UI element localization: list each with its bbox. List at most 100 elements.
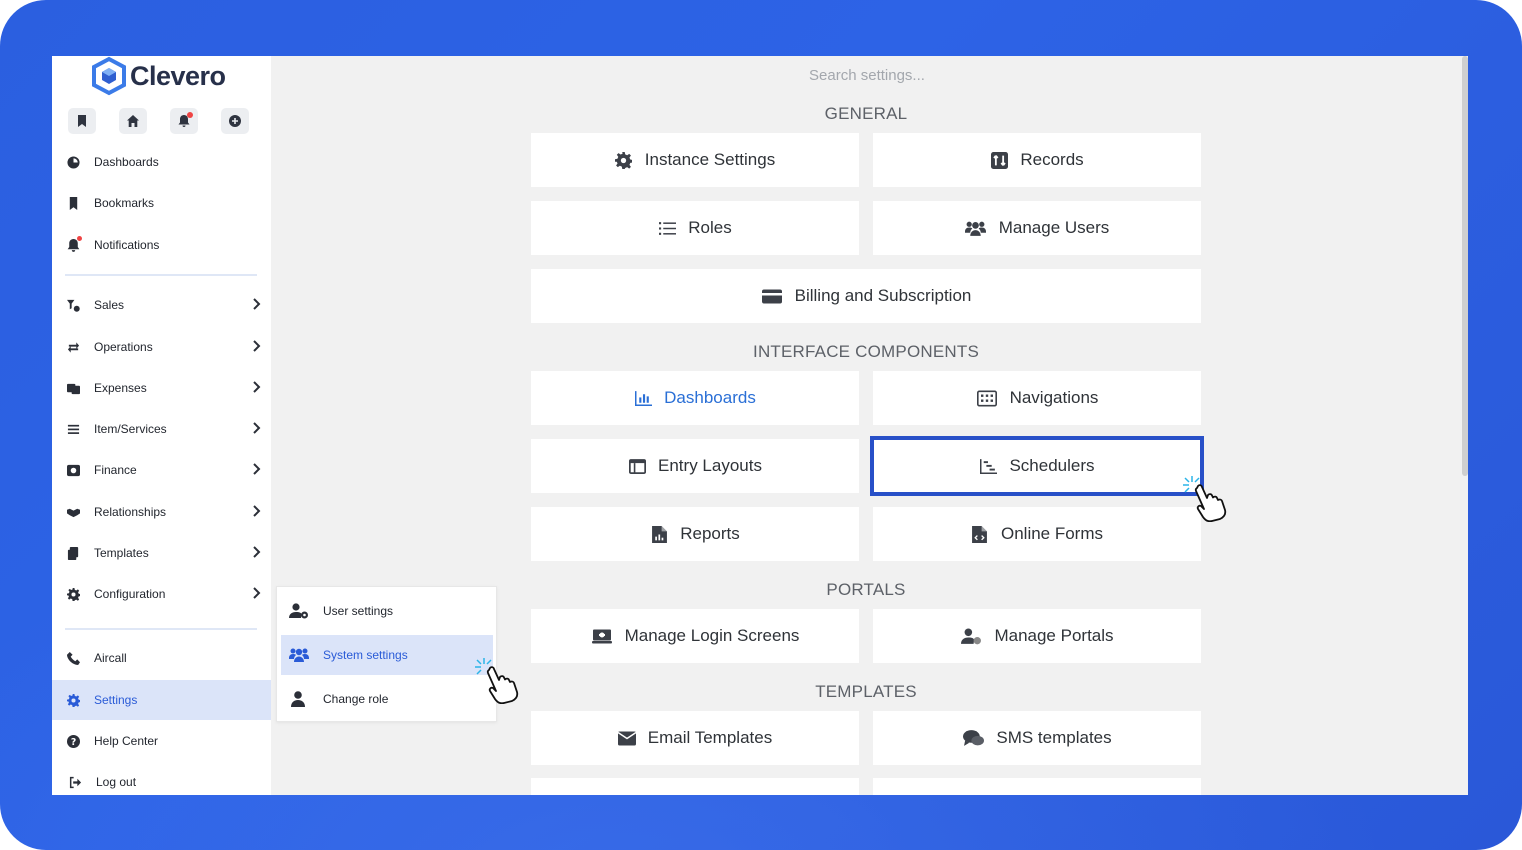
sidebar-item-label: Configuration: [94, 587, 166, 601]
card-manage-users[interactable]: Manage Users: [873, 201, 1201, 255]
sidebar-item-label: Sales: [94, 298, 125, 312]
card-online-forms[interactable]: Online Forms: [873, 507, 1201, 561]
list-icon: [658, 219, 676, 237]
plus-circle-icon: [229, 115, 241, 127]
card-label: Manage Portals: [994, 626, 1114, 645]
card-roles[interactable]: Roles: [531, 201, 859, 255]
envelope-icon: [617, 729, 636, 747]
card-label: Manage Login Screens: [624, 626, 800, 645]
quick-notifications-button[interactable]: [170, 108, 198, 134]
chevron-right-icon: [251, 422, 263, 436]
background-frame: Clevero Dashboards Bookmarks Notificatio…: [0, 0, 1522, 850]
card-label: Records: [1020, 150, 1084, 169]
brand-logo[interactable]: Clevero: [90, 56, 226, 96]
card-label: Instance Settings: [644, 150, 776, 169]
card-dashboards[interactable]: Dashboards: [531, 371, 859, 425]
card-records[interactable]: Records: [873, 133, 1201, 187]
scrollbar[interactable]: [1462, 56, 1468, 476]
menu-item-user-settings[interactable]: User settings: [281, 591, 493, 631]
expenses-icon: [66, 381, 80, 395]
card-label: SMS templates: [996, 728, 1112, 747]
gear-icon: [66, 587, 80, 601]
sidebar-item-log-out[interactable]: Log out: [52, 762, 271, 795]
card-label: Reports: [680, 524, 740, 543]
home-icon: [127, 115, 139, 127]
bookmark-icon: [66, 196, 80, 210]
sidebar-item-dashboards[interactable]: Dashboards: [52, 142, 271, 182]
finance-icon: [66, 463, 80, 477]
sidebar-item-item-services[interactable]: Item/Services: [52, 409, 271, 449]
card-partial[interactable]: [873, 778, 1201, 795]
phone-icon: [66, 651, 80, 665]
card-entry-layouts[interactable]: Entry Layouts: [531, 439, 859, 493]
sidebar-item-finance[interactable]: Finance: [52, 450, 271, 490]
sidebar-item-operations[interactable]: Operations: [52, 327, 271, 367]
menu-item-change-role[interactable]: Change role: [281, 679, 493, 719]
card-manage-portals[interactable]: Manage Portals: [873, 609, 1201, 663]
sidebar-item-templates[interactable]: Templates: [52, 533, 271, 573]
card-label: Entry Layouts: [658, 456, 762, 475]
card-partial[interactable]: [531, 778, 859, 795]
sidebar-item-expenses[interactable]: Expenses: [52, 368, 271, 408]
operations-icon: [66, 340, 80, 354]
sidebar-item-label: Templates: [94, 546, 149, 560]
section-heading-templates: TEMPLATES: [815, 682, 917, 701]
list-icon: [66, 422, 80, 436]
sidebar-item-label: Relationships: [94, 505, 167, 519]
settings-search-input[interactable]: [532, 64, 1202, 86]
sidebar-item-configuration[interactable]: Configuration: [52, 574, 271, 614]
gear-icon: [615, 151, 633, 169]
card-label: Email Templates: [647, 728, 773, 747]
templates-icon: [66, 546, 80, 560]
users-icon: [289, 647, 311, 663]
sales-icon: [66, 298, 80, 312]
gantt-icon: [979, 457, 997, 475]
card-email-templates[interactable]: Email Templates: [531, 711, 859, 765]
card-manage-login-screens[interactable]: Manage Login Screens: [531, 609, 859, 663]
sidebar-item-label: Bookmarks: [94, 196, 155, 210]
sidebar-item-label: Operations: [94, 340, 153, 354]
card-schedulers[interactable]: Schedulers: [870, 436, 1204, 496]
sidebar-item-help-center[interactable]: ? Help Center: [52, 721, 271, 761]
chevron-right-icon: [251, 381, 263, 395]
sidebar-item-label: Dashboards: [94, 155, 159, 169]
card-reports[interactable]: Reports: [531, 507, 859, 561]
section-heading-general: GENERAL: [824, 104, 908, 123]
app-window: Clevero Dashboards Bookmarks Notificatio…: [52, 56, 1468, 795]
sidebar-item-relationships[interactable]: Relationships: [52, 492, 271, 532]
menu-item-system-settings[interactable]: System settings: [281, 635, 493, 675]
quick-bookmark-button[interactable]: [68, 108, 96, 134]
menu-item-label: Change role: [323, 692, 389, 706]
card-instance-settings[interactable]: Instance Settings: [531, 133, 859, 187]
sidebar-item-bookmarks[interactable]: Bookmarks: [52, 183, 271, 223]
chat-bubbles-icon: [962, 729, 984, 747]
card-navigations[interactable]: Navigations: [873, 371, 1201, 425]
sidebar-item-label: Expenses: [94, 381, 147, 395]
quick-add-button[interactable]: [221, 108, 249, 134]
card-sms-templates[interactable]: SMS templates: [873, 711, 1201, 765]
quick-home-button[interactable]: [119, 108, 147, 134]
sidebar: Clevero Dashboards Bookmarks Notificatio…: [52, 56, 271, 795]
dashboard-icon: [66, 155, 80, 169]
section-heading-interface-components: INTERFACE COMPONENTS: [753, 342, 979, 361]
sidebar-item-label: Aircall: [94, 651, 127, 665]
sidebar-item-notifications[interactable]: Notifications: [52, 225, 271, 265]
card-label: Roles: [688, 218, 732, 237]
sidebar-divider: [65, 628, 257, 630]
help-icon: ?: [66, 734, 80, 748]
gear-icon: [66, 693, 80, 707]
card-billing-subscription[interactable]: Billing and Subscription: [531, 269, 1201, 323]
code-file-icon: [971, 525, 989, 543]
logout-icon: [68, 775, 82, 789]
clevero-logo-icon: [92, 56, 126, 96]
card-label: Billing and Subscription: [794, 286, 972, 305]
sidebar-item-sales[interactable]: Sales: [52, 285, 271, 325]
sidebar-item-settings[interactable]: Settings: [52, 680, 271, 720]
sidebar-item-aircall[interactable]: Aircall: [52, 638, 271, 678]
handshake-icon: [66, 505, 80, 519]
report-file-icon: [650, 525, 668, 543]
chevron-right-icon: [251, 340, 263, 354]
quick-actions: [68, 108, 249, 134]
notification-dot: [77, 236, 82, 241]
user-settings-icon: [960, 627, 982, 645]
